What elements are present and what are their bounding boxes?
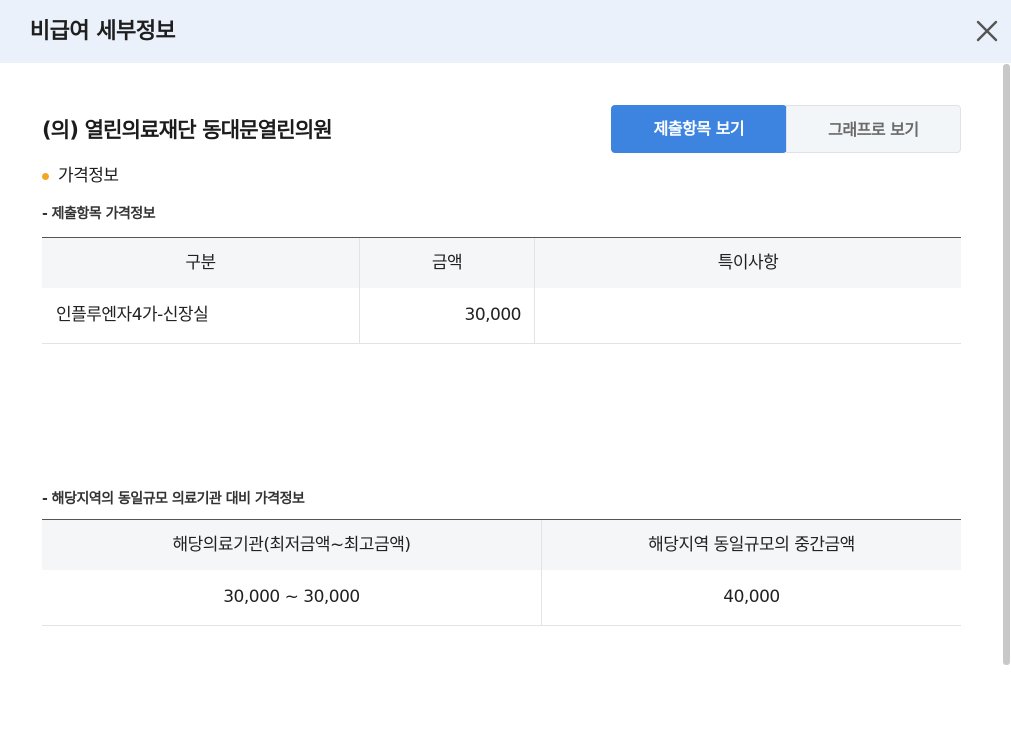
table-row: 30,000 ~ 30,000 40,000 [42,570,961,626]
column-header-price-range: 해당의료기관(최저금액~최고금액) [42,520,542,570]
cell-category: 인플루엔자4가-신장실 [42,288,360,343]
column-header-category: 구분 [42,238,360,288]
hospital-name: (의) 열린의료재단 동대문열린의원 [42,118,333,142]
regional-comparison-heading: - 해당지역의 동일규모 의료기관 대비 가격정보 [42,491,305,507]
column-header-amount: 금액 [360,238,535,288]
submitted-items-heading: - 제출항목 가격정보 [42,206,156,222]
close-icon [976,20,998,42]
submitted-items-view-button[interactable]: 제출항목 보기 [611,105,787,153]
regional-comparison-table: 해당의료기관(최저금액~최고금액) 해당지역 동일규모의 중간금액 30,000… [42,519,961,626]
view-toggle: 제출항목 보기 그래프로 보기 [611,105,961,153]
submitted-items-table: 구분 금액 특이사항 인플루엔자4가-신장실 30,000 [42,237,961,344]
graph-view-button[interactable]: 그래프로 보기 [786,105,961,153]
bullet-dot-icon [42,173,49,180]
table-row: 인플루엔자4가-신장실 30,000 [42,288,961,344]
table-header-row: 해당의료기관(최저금액~최고금액) 해당지역 동일규모의 중간금액 [42,520,961,570]
dialog-title: 비급여 세부정보 [30,19,176,44]
scrollbar-thumb[interactable] [1003,64,1010,665]
cell-amount: 30,000 [360,288,535,343]
close-button[interactable] [972,16,1002,46]
column-header-note: 특이사항 [717,253,779,273]
cell-regional-median: 40,000 [723,587,780,607]
table-header-row: 구분 금액 특이사항 [42,238,961,288]
cell-price-range: 30,000 ~ 30,000 [42,570,542,625]
column-header-regional-median: 해당지역 동일규모의 중간금액 [648,535,855,555]
dialog-header: 비급여 세부정보 [0,0,1011,63]
cell-note [535,288,961,343]
price-info-label: 가격정보 [58,166,119,186]
